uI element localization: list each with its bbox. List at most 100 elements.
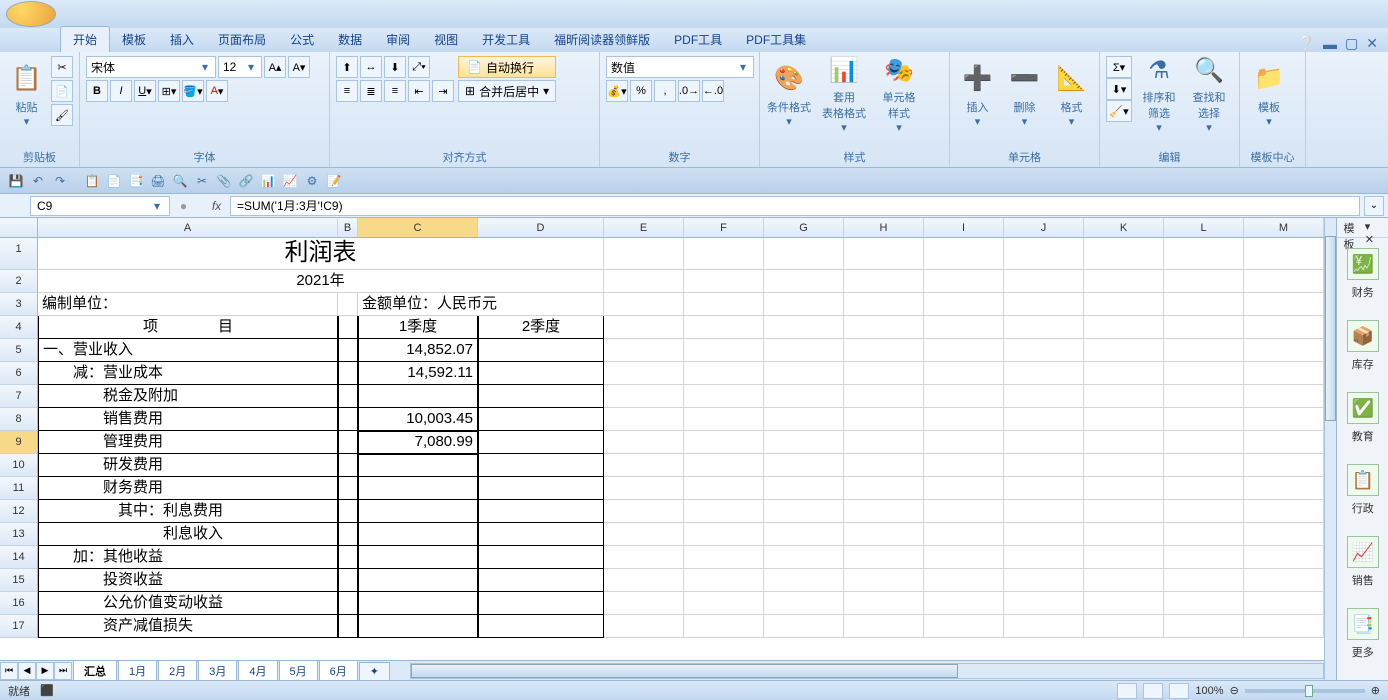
save-button[interactable]: 💾 bbox=[6, 171, 26, 191]
wrap-text-button[interactable]: 📄 自动换行 bbox=[458, 56, 556, 78]
cell-styles-button[interactable]: 🎭单元格 样式▾ bbox=[876, 56, 922, 134]
sort-filter-button[interactable]: ⚗排序和 筛选▾ bbox=[1136, 56, 1182, 134]
qat-btn[interactable]: 🔍 bbox=[170, 171, 190, 191]
column-header[interactable]: B bbox=[338, 218, 358, 237]
cell[interactable]: 投资收益 bbox=[38, 569, 338, 592]
column-header[interactable]: M bbox=[1244, 218, 1324, 237]
font-size-combo[interactable]: 12▾ bbox=[218, 56, 262, 78]
sheet-nav-prev[interactable]: ◀ bbox=[18, 662, 36, 680]
decrease-font-button[interactable]: A▾ bbox=[288, 56, 310, 78]
select-all-corner[interactable] bbox=[0, 218, 38, 237]
underline-button[interactable]: U▾ bbox=[134, 80, 156, 102]
qat-btn[interactable]: 🔗 bbox=[236, 171, 256, 191]
sheet-tab[interactable]: 2月 bbox=[158, 660, 197, 682]
row-header[interactable]: 2 bbox=[0, 270, 38, 293]
sheet-tab[interactable]: 4月 bbox=[238, 660, 277, 682]
vertical-scrollbar[interactable] bbox=[1324, 218, 1336, 680]
ribbon-tab[interactable]: 审阅 bbox=[374, 27, 422, 52]
minimize-ribbon-icon[interactable]: ▬ bbox=[1323, 36, 1337, 52]
ribbon-tab[interactable]: 视图 bbox=[422, 27, 470, 52]
macro-record-icon[interactable]: ⬛ bbox=[40, 684, 54, 697]
cell[interactable]: 资产减值损失 bbox=[38, 615, 338, 638]
column-header[interactable]: K bbox=[1084, 218, 1164, 237]
column-header[interactable]: E bbox=[604, 218, 684, 237]
qat-btn[interactable]: 📝 bbox=[324, 171, 344, 191]
row-header[interactable]: 16 bbox=[0, 592, 38, 615]
comma-button[interactable]: , bbox=[654, 80, 676, 102]
panel-menu-icon[interactable]: ▾ ✕ bbox=[1365, 220, 1382, 235]
copy-button[interactable]: 📄 bbox=[51, 80, 73, 102]
fill-button[interactable]: ⬇▾ bbox=[1106, 78, 1132, 100]
template-item[interactable]: ✅教育 bbox=[1337, 382, 1388, 454]
fill-color-button[interactable]: 🪣▾ bbox=[182, 80, 204, 102]
spreadsheet-grid[interactable]: 1利润表22021年3编制单位：金额单位：人民币元4项 目1季度2季度5一、营业… bbox=[0, 238, 1324, 660]
delete-cells-button[interactable]: ➖删除▾ bbox=[1003, 56, 1046, 134]
qat-btn[interactable]: 📑 bbox=[126, 171, 146, 191]
template-item[interactable]: 📦库存 bbox=[1337, 310, 1388, 382]
format-cells-button[interactable]: 📐格式▾ bbox=[1050, 56, 1093, 134]
column-header[interactable]: H bbox=[844, 218, 924, 237]
restore-icon[interactable]: ▢ bbox=[1345, 35, 1358, 52]
increase-font-button[interactable]: A▴ bbox=[264, 56, 286, 78]
ribbon-tab[interactable]: 数据 bbox=[326, 27, 374, 52]
cell[interactable]: 研发费用 bbox=[38, 454, 338, 477]
autosum-button[interactable]: Σ▾ bbox=[1106, 56, 1132, 78]
sheet-tab[interactable]: 5月 bbox=[279, 660, 318, 682]
sheet-nav-first[interactable]: ⏮ bbox=[0, 662, 18, 680]
new-sheet-button[interactable]: ✦ bbox=[359, 662, 390, 680]
qat-btn[interactable]: ⚙ bbox=[302, 171, 322, 191]
font-color-button[interactable]: A▾ bbox=[206, 80, 228, 102]
merge-center-button[interactable]: ⊞ 合并后居中 ▾ bbox=[458, 80, 556, 102]
sheet-tab[interactable]: 3月 bbox=[198, 660, 237, 682]
cell[interactable]: 一、营业收入 bbox=[38, 339, 338, 362]
row-header[interactable]: 14 bbox=[0, 546, 38, 569]
align-bottom-button[interactable]: ⬇ bbox=[384, 56, 406, 78]
qat-btn[interactable]: 🖨 bbox=[148, 171, 168, 191]
insert-cells-button[interactable]: ➕插入▾ bbox=[956, 56, 999, 134]
sheet-nav-last[interactable]: ⏭ bbox=[54, 662, 72, 680]
table-format-button[interactable]: 📊套用 表格格式▾ bbox=[816, 56, 872, 134]
cell[interactable]: 利息收入 bbox=[38, 523, 338, 546]
format-painter-button[interactable]: 🖌 bbox=[51, 104, 73, 126]
page-break-view-button[interactable] bbox=[1169, 683, 1189, 699]
page-layout-view-button[interactable] bbox=[1143, 683, 1163, 699]
column-header[interactable]: J bbox=[1004, 218, 1084, 237]
ribbon-tab[interactable]: 插入 bbox=[158, 27, 206, 52]
dec-decimal-button[interactable]: ←.0 bbox=[702, 80, 724, 102]
column-header[interactable]: L bbox=[1164, 218, 1244, 237]
align-top-button[interactable]: ⬆ bbox=[336, 56, 358, 78]
cancel-formula-button[interactable]: ● bbox=[174, 199, 193, 213]
qat-btn[interactable]: 📈 bbox=[280, 171, 300, 191]
sheet-tab[interactable]: 1月 bbox=[118, 660, 157, 682]
row-header[interactable]: 1 bbox=[0, 238, 38, 270]
number-format-combo[interactable]: 数值▾ bbox=[606, 56, 754, 78]
row-header[interactable]: 13 bbox=[0, 523, 38, 546]
row-header[interactable]: 3 bbox=[0, 293, 38, 316]
border-button[interactable]: ⊞▾ bbox=[158, 80, 180, 102]
template-button[interactable]: 📁模板▾ bbox=[1246, 56, 1292, 134]
fx-button[interactable]: fx bbox=[207, 199, 226, 213]
normal-view-button[interactable] bbox=[1117, 683, 1137, 699]
cell[interactable]: 管理费用 bbox=[38, 431, 338, 454]
cell[interactable]: 其中：利息费用 bbox=[38, 500, 338, 523]
zoom-level[interactable]: 100% bbox=[1195, 685, 1223, 697]
indent-inc-button[interactable]: ⇥ bbox=[432, 80, 454, 102]
align-left-button[interactable]: ≡ bbox=[336, 80, 358, 102]
office-button[interactable] bbox=[6, 1, 56, 27]
qat-btn[interactable]: 📊 bbox=[258, 171, 278, 191]
cell[interactable]: 2021年 bbox=[38, 270, 604, 293]
align-center-button[interactable]: ≣ bbox=[360, 80, 382, 102]
column-header[interactable]: C bbox=[358, 218, 478, 237]
column-header[interactable]: A bbox=[38, 218, 338, 237]
template-item[interactable]: 💹财务 bbox=[1337, 238, 1388, 310]
qat-btn[interactable]: 📄 bbox=[104, 171, 124, 191]
cell[interactable]: 财务费用 bbox=[38, 477, 338, 500]
help-icon[interactable]: ❔ bbox=[1298, 35, 1315, 52]
cell[interactable]: 减：营业成本 bbox=[38, 362, 338, 385]
indent-dec-button[interactable]: ⇤ bbox=[408, 80, 430, 102]
sheet-tab[interactable]: 汇总 bbox=[73, 660, 117, 682]
row-header[interactable]: 10 bbox=[0, 454, 38, 477]
align-middle-button[interactable]: ↔ bbox=[360, 56, 382, 78]
sheet-nav-next[interactable]: ▶ bbox=[36, 662, 54, 680]
expand-formula-button[interactable]: ⌄ bbox=[1364, 196, 1384, 216]
